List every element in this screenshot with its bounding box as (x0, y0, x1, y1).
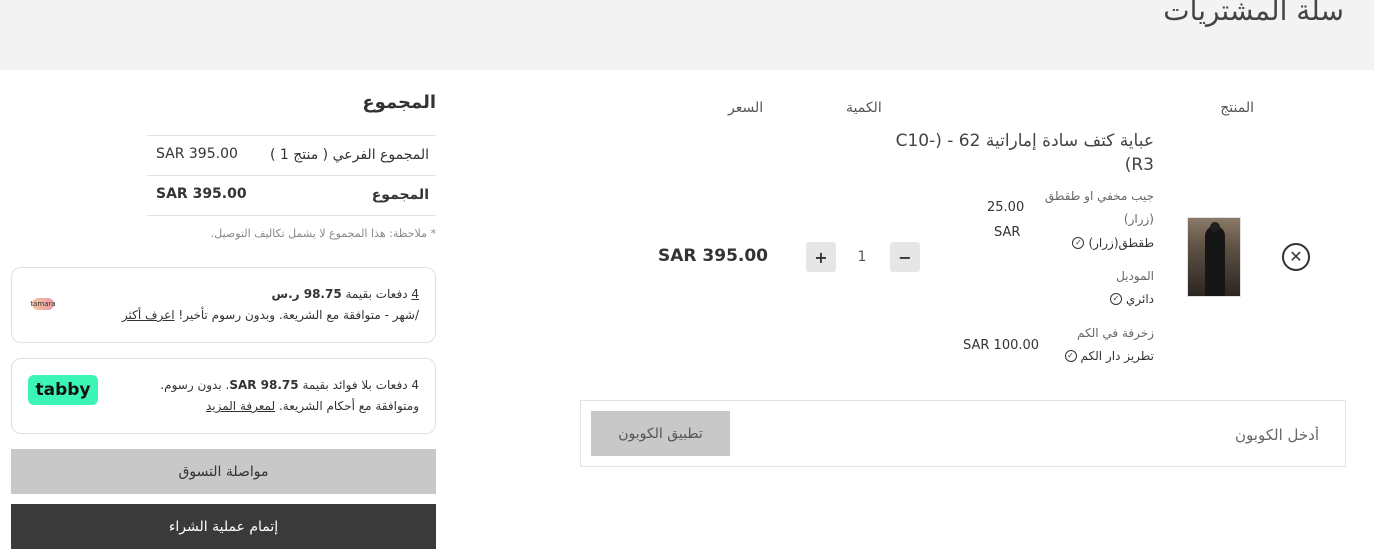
product-name-link[interactable]: عباية كتف سادة إماراتية 62 - (C10-R3) (894, 129, 1154, 177)
tamara-count: 4 (411, 287, 419, 301)
option-label-pocket-suffix: (زرار) (1123, 212, 1154, 226)
coupon-input[interactable] (839, 423, 1319, 447)
tamara-text: دفعات بقيمة (341, 287, 412, 301)
divider (147, 135, 436, 136)
product-thumbnail[interactable] (1187, 217, 1241, 297)
tamara-line-1: 4 دفعات بقيمة 98.75 ر.س (272, 287, 419, 301)
total-value: SAR 395.00 (156, 186, 247, 202)
product-image-head (1210, 222, 1220, 232)
option-value-model: ✓ دائري (1109, 292, 1154, 306)
tamara-amount: 98.75 ر.س (271, 287, 342, 301)
tabby-text: 4 دفعات بلا فوائد بقيمة (298, 378, 419, 392)
remove-item-button[interactable]: ✕ (1282, 243, 1310, 271)
option-price-pocket: 25.00 (987, 200, 1025, 215)
minus-icon: − (898, 247, 912, 267)
tabby-amount: SAR 98.75 (229, 378, 299, 392)
tamara-line-2: /شهر - متوافقة مع الشريعة. وبدون رسوم تأ… (122, 308, 419, 322)
apply-coupon-button[interactable]: تطبيق الكوبون (591, 411, 730, 456)
option-price-sleeve: SAR 100.00 (963, 338, 1040, 353)
close-circle-icon: ✕ (1289, 247, 1303, 266)
line-item-price: SAR 395.00 (658, 246, 769, 266)
option-value-sleeve: ✓ تطريز دار الكم (1064, 349, 1154, 363)
option-value-pocket: ✓ طقطق(زرار) (1072, 236, 1154, 250)
divider (147, 175, 436, 176)
page-title: سلة المشتريات (1163, 0, 1344, 27)
product-image-figure (1205, 226, 1225, 296)
subtotal-label: المجموع الفرعي ( منتج 1 ) (269, 147, 429, 163)
tabby-learn-more-link[interactable]: لمعرفة المزيد (206, 399, 275, 413)
column-header-quantity: الكمية (846, 100, 882, 116)
check-circle-icon: ✓ (1109, 293, 1122, 305)
total-label: المجموع (371, 187, 429, 203)
plus-icon: + (814, 247, 828, 267)
tabby-text: . بدون رسوم. (160, 378, 230, 392)
column-header-price: السعر (728, 100, 764, 116)
continue-shopping-button[interactable]: مواصلة التسوق (11, 449, 436, 494)
checkout-button[interactable]: إتمام عملية الشراء (11, 504, 436, 549)
tamara-text: /شهر - متوافقة مع الشريعة. وبدون رسوم تأ… (174, 308, 419, 322)
tamara-widget: 4 دفعات بقيمة 98.75 ر.س /شهر - متوافقة م… (11, 267, 436, 343)
tamara-logo-icon: tamara (30, 298, 56, 310)
quantity-increase-button[interactable]: + (806, 242, 836, 272)
subtotal-value: SAR 395.00 (156, 146, 238, 162)
option-currency-pocket: SAR (994, 225, 1021, 240)
option-label-sleeve: زخرفة في الكم (1077, 326, 1154, 340)
option-label-model: الموديل (1116, 269, 1154, 283)
tamara-learn-more-link[interactable]: اعرف أكثر (122, 308, 175, 322)
option-value-text: دائري (1125, 292, 1154, 306)
check-circle-icon: ✓ (1064, 350, 1077, 362)
totals-title: المجموع (362, 92, 436, 113)
check-circle-icon: ✓ (1072, 237, 1085, 249)
option-value-text: تطريز دار الكم (1080, 349, 1154, 363)
tabby-text: ومتوافقة مع أحكام الشريعة. (275, 399, 419, 413)
tabby-line-2: ومتوافقة مع أحكام الشريعة. لمعرفة المزيد (206, 399, 419, 413)
delivery-note: * ملاحظة: هذا المجموع لا يشمل تكاليف الت… (210, 227, 436, 240)
coupon-box: تطبيق الكوبون (580, 400, 1346, 467)
option-label-pocket: جيب مخفي او طقطق (1044, 189, 1154, 203)
quantity-decrease-button[interactable]: − (890, 242, 920, 272)
tabby-line-1: 4 دفعات بلا فوائد بقيمة SAR 98.75. بدون … (160, 378, 419, 392)
column-header-product: المنتج (1220, 100, 1254, 116)
tabby-logo-icon: tabby (28, 375, 98, 405)
tabby-widget: 4 دفعات بلا فوائد بقيمة SAR 98.75. بدون … (11, 358, 436, 434)
divider (147, 215, 436, 216)
option-value-text: طقطق(زرار) (1088, 236, 1154, 250)
quantity-input[interactable] (840, 242, 884, 272)
